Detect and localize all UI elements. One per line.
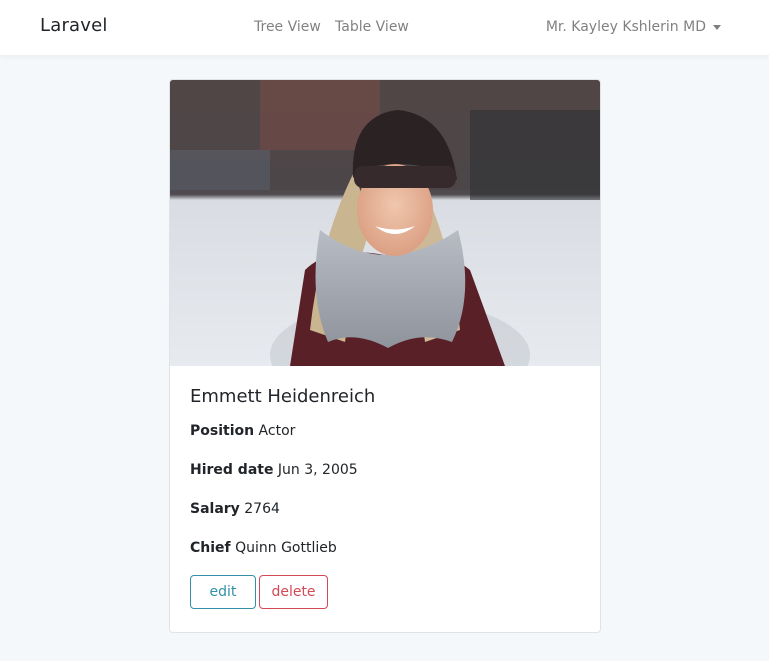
user-name: Mr. Kayley Kshlerin MD	[545, 19, 706, 35]
position-label: Position	[190, 423, 255, 439]
hired-date-value: Jun 3, 2005	[277, 462, 358, 478]
salary-value: 2764	[244, 501, 280, 517]
hired-date-row: Hired date Jun 3, 2005	[190, 462, 358, 478]
nav-tree-view[interactable]: Tree View	[254, 19, 321, 35]
user-dropdown[interactable]: Mr. Kayley Kshlerin MD	[546, 19, 721, 35]
chief-row: Chief Quinn Gottlieb	[190, 540, 337, 556]
position-value: Actor	[258, 423, 296, 439]
caret-down-icon	[713, 24, 721, 30]
employee-photo	[170, 80, 600, 366]
top-navbar: Laravel Tree View Table View Mr. Kayley …	[0, 0, 769, 56]
brand-link[interactable]: Laravel	[40, 15, 108, 36]
hired-date-label: Hired date	[190, 462, 274, 478]
position-row: Position Actor	[190, 423, 295, 439]
salary-row: Salary 2764	[190, 501, 280, 517]
delete-button[interactable]: delete	[259, 575, 328, 609]
nav-table-view[interactable]: Table View	[335, 19, 409, 35]
chief-label: Chief	[190, 540, 231, 556]
edit-button[interactable]: edit	[190, 575, 256, 609]
employee-card: Emmett Heidenreich Position Actor Hired …	[169, 79, 601, 633]
chief-value: Quinn Gottlieb	[235, 540, 337, 556]
salary-label: Salary	[190, 501, 240, 517]
employee-name: Emmett Heidenreich	[190, 386, 376, 407]
